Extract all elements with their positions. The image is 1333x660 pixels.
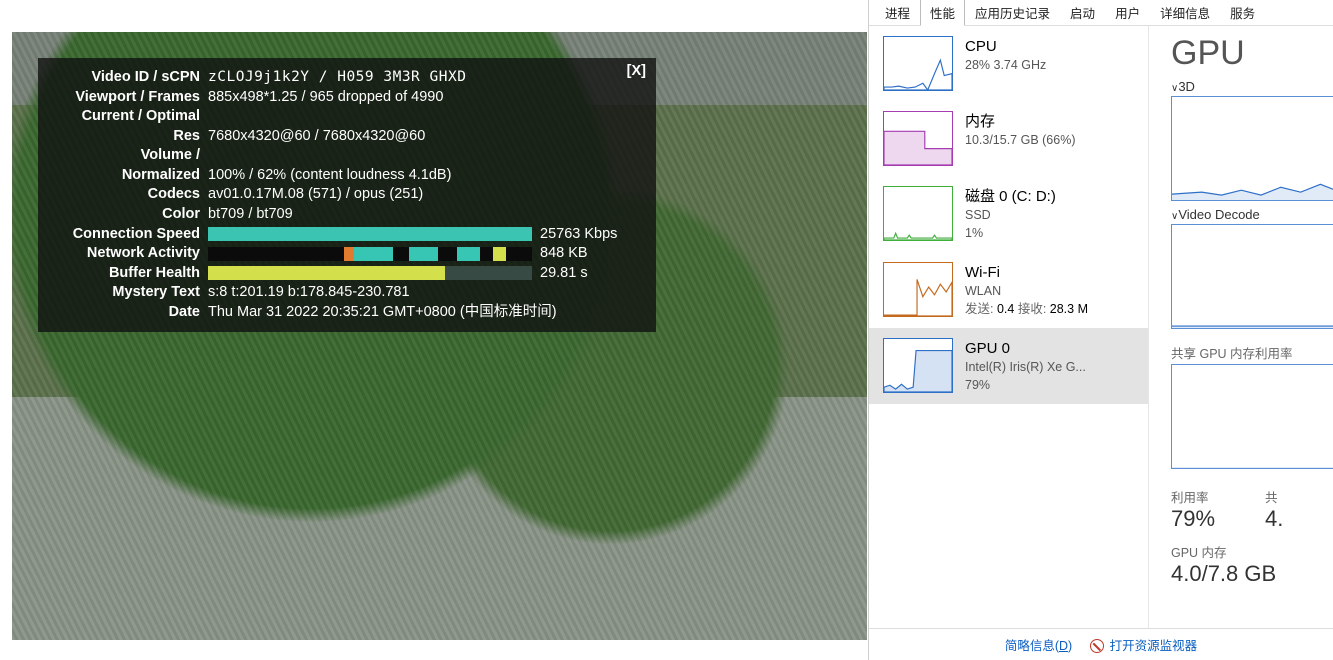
gpu-utilization-stat: 利用率 79%	[1171, 487, 1215, 532]
label-color: Color	[48, 205, 208, 225]
wifi-thumb-chart	[883, 262, 953, 317]
open-resource-monitor-link[interactable]: 打开资源监视器	[1110, 639, 1198, 653]
task-manager-window: 进程性能应用历史记录启动用户详细信息服务 CPU28% 3.74 GHz内存10…	[868, 0, 1333, 660]
value-mystery-text: s:8 t:201.19 b:178.845-230.781	[208, 283, 640, 303]
cpu-title: CPU	[965, 36, 1138, 57]
tab-性能[interactable]: 性能	[920, 0, 965, 25]
value-viewport: 885x498*1.25 / 965 dropped of 4990	[208, 88, 640, 108]
tab-启动[interactable]: 启动	[1060, 0, 1105, 25]
gpu-title: GPU 0	[965, 338, 1138, 359]
disk-thumb-chart	[883, 186, 953, 241]
gpu-shared-mem-chart	[1171, 364, 1333, 469]
gpu-title: GPU	[1171, 34, 1333, 73]
label-volume: Volume /	[48, 146, 208, 166]
network-activity-bar	[208, 247, 532, 261]
gpu-video-decode-chart	[1171, 224, 1333, 329]
tab-详细信息[interactable]: 详细信息	[1150, 0, 1220, 25]
value-video-id: zCLOJ9j1k2Y / H059 3M3R GHXD	[208, 68, 640, 88]
task-manager-body: CPU28% 3.74 GHz内存10.3/15.7 GB (66%)磁盘 0 …	[869, 26, 1333, 628]
label-buffer-health: Buffer Health	[48, 264, 208, 284]
gpu-other-stat: 共 4.	[1265, 487, 1283, 532]
tab-服务[interactable]: 服务	[1220, 0, 1265, 25]
gpu-shared-mem-label: 共享 GPU 内存利用率	[1171, 343, 1333, 362]
label-network-activity: Network Activity	[48, 244, 208, 264]
tab-用户[interactable]: 用户	[1105, 0, 1150, 25]
gpu-detail-pane: GPU 3D Video Decode 共享 GPU 内存利用率	[1149, 26, 1333, 628]
sidebar-item-gpu[interactable]: GPU 0Intel(R) Iris(R) Xe G...79%	[869, 328, 1148, 404]
value-res: 7680x4320@60 / 7680x4320@60	[208, 127, 640, 147]
sidebar-item-cpu[interactable]: CPU28% 3.74 GHz	[869, 26, 1148, 101]
task-manager-footer: 简略信息(D) 打开资源监视器	[869, 628, 1333, 660]
buffer-health-bar	[208, 266, 532, 280]
mem-thumb-chart	[883, 111, 953, 166]
close-icon[interactable]: [X]	[627, 62, 646, 82]
gpu-3d-toggle[interactable]: 3D	[1171, 79, 1333, 94]
value-network-activity: 848 KB	[540, 244, 640, 264]
mem-title: 内存	[965, 111, 1138, 132]
sidebar-item-wifi[interactable]: Wi-FiWLAN发送: 0.4 接收: 28.3 M	[869, 252, 1148, 328]
gpu-memory-stat: GPU 内存 4.0/7.8 GB	[1171, 542, 1333, 587]
label-connection-speed: Connection Speed	[48, 225, 208, 245]
gpu-thumb-chart	[883, 338, 953, 393]
gpu-3d-chart	[1171, 96, 1333, 201]
label-res: Res	[48, 127, 208, 147]
gpu-video-decode-toggle[interactable]: Video Decode	[1171, 207, 1333, 222]
label-video-id: Video ID / sCPN	[48, 68, 208, 88]
sidebar-item-mem[interactable]: 内存10.3/15.7 GB (66%)	[869, 101, 1148, 176]
task-manager-tabs: 进程性能应用历史记录启动用户详细信息服务	[869, 0, 1333, 26]
stats-for-nerds-overlay: [X] Video ID / sCPNzCLOJ9j1k2Y / H059 3M…	[38, 58, 656, 332]
forbidden-icon	[1090, 639, 1104, 653]
wifi-title: Wi-Fi	[965, 262, 1138, 283]
sidebar-item-disk[interactable]: 磁盘 0 (C: D:)SSD1%	[869, 176, 1148, 252]
label-normalized: Normalized	[48, 166, 208, 186]
label-current-optimal: Current / Optimal	[48, 107, 208, 127]
tab-应用历史记录[interactable]: 应用历史记录	[965, 0, 1060, 25]
value-connection-speed: 25763 Kbps	[540, 225, 640, 245]
performance-sidebar: CPU28% 3.74 GHz内存10.3/15.7 GB (66%)磁盘 0 …	[869, 26, 1149, 628]
label-mystery-text: Mystery Text	[48, 283, 208, 303]
video-player[interactable]: [X] Video ID / sCPNzCLOJ9j1k2Y / H059 3M…	[12, 32, 867, 640]
cpu-thumb-chart	[883, 36, 953, 91]
value-buffer-health: 29.81 s	[540, 264, 640, 284]
value-color: bt709 / bt709	[208, 205, 640, 225]
label-codecs: Codecs	[48, 185, 208, 205]
connection-speed-bar	[208, 227, 532, 241]
tab-进程[interactable]: 进程	[875, 0, 920, 25]
value-normalized: 100% / 62% (content loudness 4.1dB)	[208, 166, 640, 186]
value-codecs: av01.0.17M.08 (571) / opus (251)	[208, 185, 640, 205]
disk-title: 磁盘 0 (C: D:)	[965, 186, 1138, 207]
summary-view-link[interactable]: 简略信息(D)	[1005, 635, 1072, 654]
label-date: Date	[48, 303, 208, 323]
value-date: Thu Mar 31 2022 20:35:21 GMT+0800 (中国标准时…	[208, 303, 640, 323]
label-viewport: Viewport / Frames	[48, 88, 208, 108]
